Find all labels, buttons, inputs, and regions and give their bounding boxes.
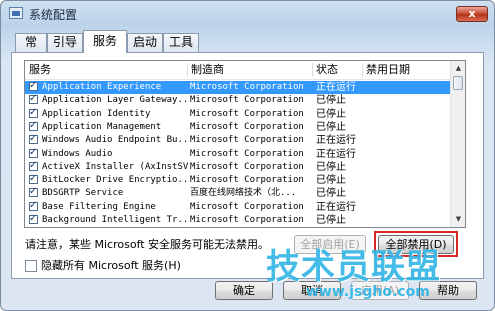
service-checkbox[interactable] — [29, 159, 38, 172]
service-name: BitLocker Drive Encryptio... — [42, 175, 190, 186]
service-manufacturer: Microsoft Corporation — [190, 161, 304, 172]
scroll-thumb[interactable] — [453, 76, 463, 90]
scroll-up-icon[interactable]: ▲ — [452, 62, 465, 75]
checkbox-box[interactable] — [25, 260, 37, 272]
service-name: ActiveX Installer (AxInstSV) — [42, 161, 190, 172]
scroll-down-icon[interactable]: ▼ — [452, 213, 465, 226]
service-checkbox[interactable] — [29, 106, 38, 119]
table-row[interactable]: Windows Audio Microsoft Corporation 正在运行 — [25, 146, 451, 161]
service-status: 正在运行 — [316, 201, 356, 213]
service-checkbox[interactable] — [29, 199, 38, 212]
table-row[interactable]: BDSGRTP Service 百度在线网络技术（北... 已停止 — [25, 185, 451, 200]
service-manufacturer: 百度在线网络技术（北... — [190, 188, 297, 199]
service-manufacturer: Microsoft Corporation — [190, 95, 304, 106]
service-status: 正在运行 — [316, 135, 356, 147]
service-status: 已停止 — [316, 121, 346, 133]
tab-boot[interactable]: 引导 — [47, 33, 83, 52]
service-name: Windows Audio Endpoint Bu... — [42, 135, 190, 146]
system-config-icon — [9, 7, 23, 19]
security-note: 请注意，某些 Microsoft 安全服务可能无法禁用。 — [25, 238, 270, 251]
service-checkbox[interactable] — [29, 146, 38, 159]
service-status: 正在运行 — [316, 148, 356, 160]
table-row[interactable]: ActiveX Installer (AxInstSV)Microsoft Co… — [25, 159, 451, 174]
table-row[interactable]: Application Experience Microsoft Corporat… — [25, 79, 451, 94]
tab-startup[interactable]: 启动 — [127, 33, 163, 52]
service-manufacturer: Microsoft Corporation — [190, 201, 304, 212]
vertical-scrollbar[interactable]: ▲ ▼ — [450, 61, 465, 227]
table-row[interactable]: Base Filtering Engine Microsoft Corporati… — [25, 199, 451, 214]
header-service[interactable]: 服务 — [25, 61, 190, 79]
service-name: BDSGRTP Service — [42, 188, 124, 199]
tab-tools[interactable]: 工具 — [163, 33, 199, 52]
service-checkbox[interactable] — [29, 132, 38, 145]
service-manufacturer: Microsoft Corporation — [190, 175, 304, 186]
ok-button[interactable]: 确定 — [215, 281, 273, 300]
service-checkbox[interactable] — [29, 185, 38, 198]
table-row[interactable]: Windows Audio Endpoint Bu...Microsoft Co… — [25, 132, 451, 147]
tab-general[interactable]: 常规 — [15, 33, 47, 66]
close-button[interactable]: x — [456, 6, 488, 22]
service-name: Application Layer Gateway... — [42, 95, 190, 106]
service-name: Application Management — [42, 121, 162, 132]
system-config-window: 系统配置 x 常规 引导 服务 启动 工具 服务 制造商 状态 禁用日期 App… — [0, 0, 495, 311]
table-row[interactable]: Application Identity Microsoft Corporatio… — [25, 106, 451, 121]
hide-microsoft-services-label: 隐藏所有 Microsoft 服务(H) — [41, 259, 181, 272]
service-manufacturer: Microsoft Corporation — [190, 108, 304, 119]
service-checkbox[interactable] — [29, 212, 38, 225]
list-header: 服务 制造商 状态 禁用日期 — [25, 61, 451, 80]
service-status: 已停止 — [316, 188, 346, 200]
header-status[interactable]: 状态 — [312, 61, 362, 79]
service-status: 已停止 — [316, 215, 346, 226]
window-title: 系统配置 — [29, 8, 78, 22]
service-manufacturer: Microsoft Corporation — [190, 215, 304, 225]
table-row[interactable]: Application Management Microsoft Corporat… — [25, 119, 451, 134]
service-checkbox[interactable] — [29, 92, 38, 105]
service-name: Application Identity — [42, 108, 151, 119]
watermark-logo: 技术员联盟 — [266, 247, 441, 287]
service-checkbox[interactable] — [29, 119, 38, 132]
table-row[interactable]: Application Layer Gateway...Microsoft Co… — [25, 92, 451, 107]
service-status: 已停止 — [316, 175, 346, 187]
service-checkbox[interactable] — [29, 172, 38, 185]
hide-microsoft-services-checkbox[interactable]: 隐藏所有 Microsoft 服务(H) — [25, 257, 181, 273]
service-manufacturer: Microsoft Corporation — [190, 135, 304, 146]
tab-services[interactable]: 服务 — [83, 30, 127, 53]
service-status: 已停止 — [316, 108, 346, 120]
service-name: Windows Audio — [42, 148, 113, 159]
service-name: Base Filtering Engine — [42, 201, 156, 212]
watermark-url: www.jsgho.com — [306, 284, 430, 300]
service-manufacturer: Microsoft Corporation — [190, 148, 304, 159]
service-status: 正在运行 — [316, 82, 356, 93]
services-list[interactable]: 服务 制造商 状态 禁用日期 Application Experience Mic… — [24, 60, 466, 228]
title-bar[interactable]: 系统配置 x — [1, 1, 494, 25]
service-name: Application Experience — [42, 82, 162, 92]
service-status: 已停止 — [316, 95, 346, 107]
service-checkbox[interactable] — [29, 79, 38, 92]
table-row[interactable]: Background Intelligent Tr...Microsoft Co… — [25, 212, 451, 227]
service-manufacturer: Microsoft Corporation — [190, 82, 304, 92]
table-row[interactable]: BitLocker Drive Encryptio...Microsoft Co… — [25, 172, 451, 187]
service-name: Background Intelligent Tr... — [42, 215, 190, 225]
header-manufacturer[interactable]: 制造商 — [187, 61, 312, 79]
service-status: 已停止 — [316, 161, 346, 173]
service-manufacturer: Microsoft Corporation — [190, 121, 304, 132]
header-disabled-date[interactable]: 禁用日期 — [362, 61, 450, 79]
